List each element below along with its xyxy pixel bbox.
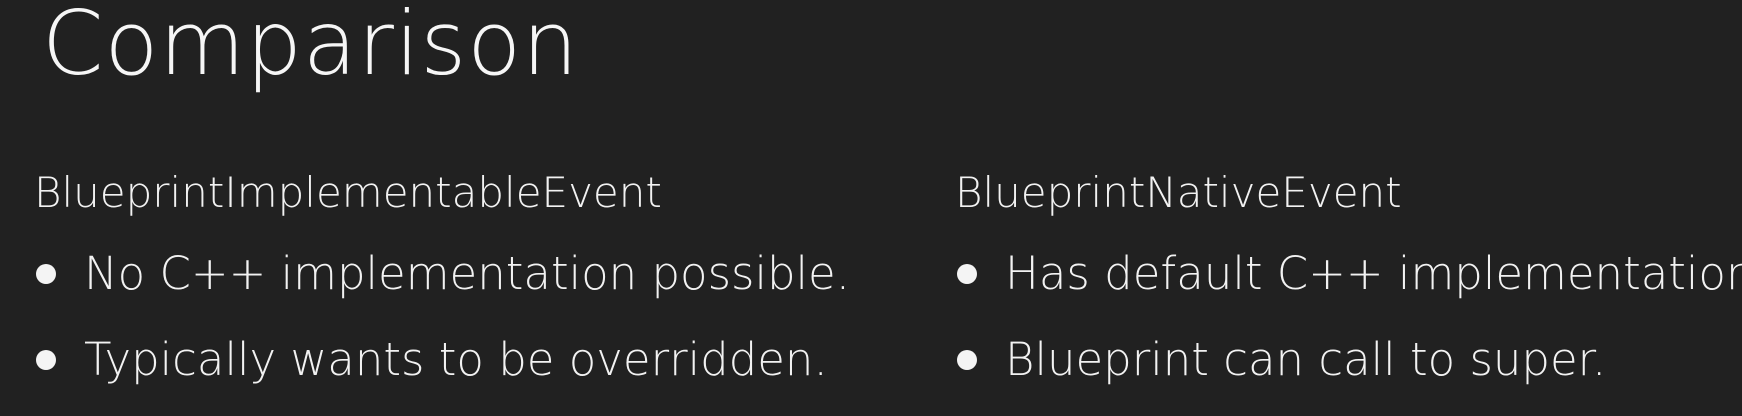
bullet-text: Blueprint can call to super.	[1005, 333, 1607, 387]
slide-title: Comparison	[42, 0, 579, 95]
bullet-list: No C++ implementation possible. Typicall…	[34, 244, 854, 390]
column-blueprint-implementable-event: BlueprintImplementableEvent No C++ imple…	[34, 168, 854, 416]
bullet-dot-icon	[957, 350, 977, 371]
bullet-text: Typically wants to be overridden.	[84, 333, 828, 387]
bullet-item: Blueprint can call to super.	[955, 330, 1742, 390]
bullet-dot-icon	[36, 350, 56, 371]
bullet-text: Has default C++ implementation.	[1005, 247, 1742, 301]
bullet-list: Has default C++ implementation. Blueprin…	[955, 244, 1742, 390]
column-heading: BlueprintImplementableEvent	[34, 168, 662, 217]
bullet-item: No C++ implementation possible.	[34, 244, 854, 304]
bullet-dot-icon	[957, 264, 977, 285]
column-heading: BlueprintNativeEvent	[955, 168, 1402, 217]
bullet-text: No C++ implementation possible.	[84, 247, 851, 301]
slide: Comparison BlueprintImplementableEvent N…	[0, 0, 1742, 405]
bullet-item: Typically wants to be overridden.	[34, 330, 854, 390]
bullet-item: Has default C++ implementation.	[955, 244, 1742, 304]
bullet-dot-icon	[36, 264, 56, 285]
column-blueprint-native-event: BlueprintNativeEvent Has default C++ imp…	[955, 168, 1742, 416]
